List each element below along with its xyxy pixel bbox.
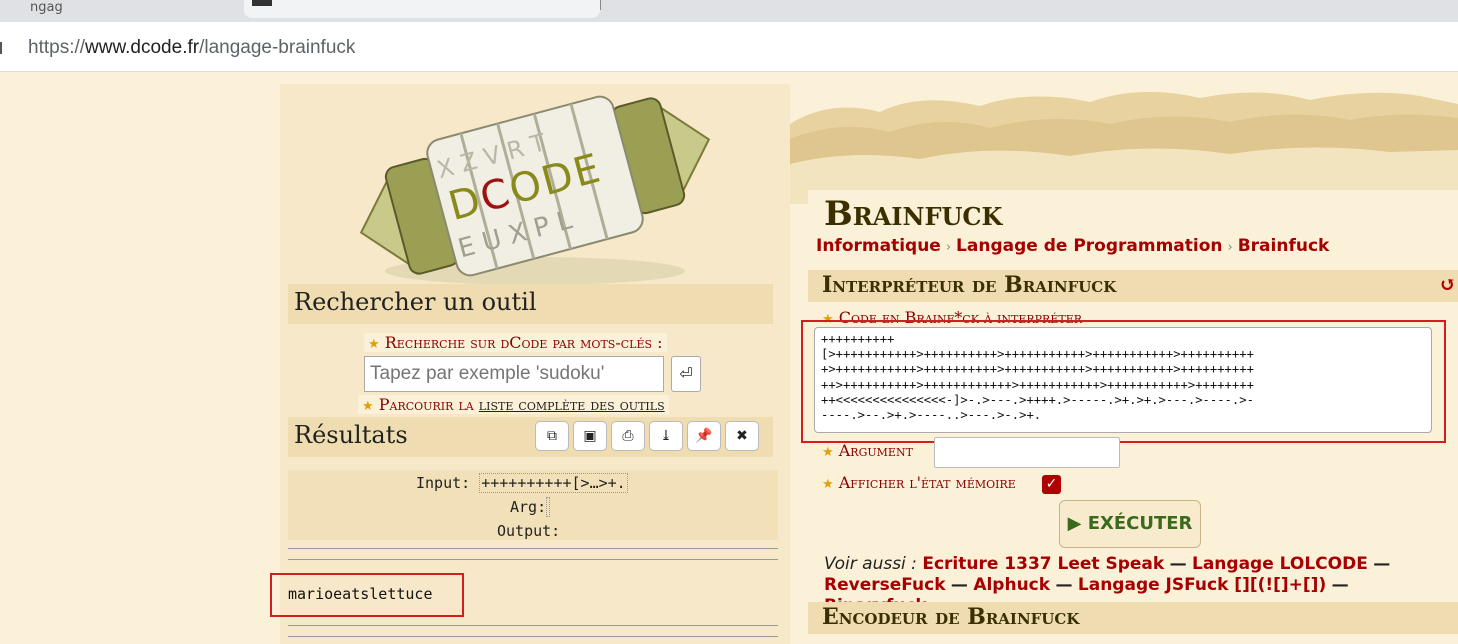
encoder-title-text: Encodeur de Brainfuck — [822, 604, 1080, 630]
save-icon: ▣ — [583, 428, 597, 444]
result-input-row: Input: ++++++++++[>…>+. — [416, 473, 628, 493]
results-title-text: Résultats — [294, 421, 408, 449]
enter-icon: ⏎ — [679, 364, 693, 383]
see-also-link[interactable]: Alphuck — [973, 575, 1050, 595]
divider — [288, 636, 778, 637]
pin-button[interactable]: 📌 — [687, 421, 721, 451]
close-icon: ✖ — [736, 428, 748, 444]
download-icon: ⤓ — [660, 428, 672, 444]
url-host: www.dcode.fr — [85, 37, 200, 58]
results-section-title: Résultats ⧉ ▣ ⎙ ⤓ 📌 ✖ — [288, 417, 773, 457]
url-text[interactable]: https://www.dcode.fr/langage-brainfuck — [28, 37, 355, 59]
search-section-title: Rechercher un outil — [288, 284, 773, 324]
left-sidebar: X Z V R T DCODE E U X P L Rechercher un … — [270, 84, 790, 644]
search-input[interactable] — [364, 356, 664, 392]
separator: — — [1169, 554, 1187, 574]
result-summary: Input: ++++++++++[>…>+. Arg: Output: — [288, 470, 778, 540]
copy-icon: ⧉ — [547, 428, 557, 444]
browse-prefix-text: Parcourir la — [378, 395, 474, 414]
input-value: ++++++++++[>…>+. — [479, 473, 628, 493]
encoder-section-title: Encodeur de Brainfuck — [808, 602, 1458, 634]
breadcrumb-item[interactable]: Informatique — [816, 236, 941, 256]
interpreter-section-title: Interpréteur de Brainfuck ↺ — [808, 270, 1458, 302]
pin-icon: 📌 — [695, 428, 713, 444]
separator: — — [950, 575, 968, 595]
search-section-title-text: Rechercher un outil — [294, 288, 537, 316]
divider — [288, 625, 778, 626]
memory-checkbox[interactable]: ✓ — [1042, 475, 1061, 494]
breadcrumb-separator-icon: › — [945, 240, 952, 255]
see-also-link[interactable]: ReverseFuck — [824, 575, 946, 595]
star-icon: ★ — [822, 477, 834, 492]
input-label: Input: — [416, 474, 471, 492]
keyword-search-label: ★ Recherche sur dCode par mots-clés : — [364, 333, 667, 352]
memory-label-text: Afficher l'état mémoire — [838, 473, 1016, 492]
close-button[interactable]: ✖ — [725, 421, 759, 451]
see-also-link[interactable]: Langage JSFuck [][(![]+[]) — [1078, 575, 1326, 595]
argument-label: ★ Argument — [822, 441, 913, 460]
breadcrumb-item[interactable]: Langage de Programmation — [956, 236, 1222, 256]
tab-title: ngag — [30, 0, 63, 15]
back-edge-icon — [0, 42, 3, 54]
print-button[interactable]: ⎙ — [611, 421, 645, 451]
divider — [288, 559, 778, 560]
arg-value — [546, 497, 551, 517]
result-output-row: Output: — [497, 522, 560, 540]
output-label: Output: — [497, 522, 561, 540]
separator: — — [1373, 554, 1391, 574]
see-also-link[interactable]: Langage LOLCODE — [1192, 554, 1368, 574]
search-submit-button[interactable]: ⏎ — [671, 356, 701, 392]
argument-label-text: Argument — [838, 441, 913, 460]
tab-strip: ngag — [0, 0, 1458, 22]
star-icon: ★ — [362, 399, 374, 414]
tab-inactive[interactable]: ngag — [0, 0, 240, 22]
output-result[interactable]: marioeatslettuce — [270, 573, 464, 617]
print-icon: ⎙ — [622, 428, 634, 444]
keyword-search-label-text: Recherche sur dCode par mots-clés : — [384, 333, 663, 352]
download-button[interactable]: ⤓ — [649, 421, 683, 451]
see-also-label: Voir aussi : — [824, 554, 917, 574]
url-path: /langage-brainfuck — [199, 37, 356, 58]
divider — [288, 548, 778, 549]
check-icon: ✓ — [1045, 476, 1058, 492]
see-also-link[interactable]: Ecriture 1337 Leet Speak — [922, 554, 1164, 574]
tab-separator — [600, 0, 601, 10]
memory-label: ★ Afficher l'état mémoire — [822, 473, 1016, 492]
breadcrumb-item[interactable]: Brainfuck — [1238, 236, 1330, 256]
star-icon: ★ — [368, 337, 380, 352]
tab-favicon-icon — [252, 0, 272, 6]
breadcrumb: Informatique › Langage de Programmation › Br… — [816, 236, 1329, 256]
dcode-logo[interactable]: X Z V R T DCODE E U X P L — [335, 86, 735, 286]
browse-tools: ★ Parcourir la liste complète des outils — [358, 395, 669, 414]
execute-button[interactable]: ▶ EXÉCUTER — [1059, 500, 1201, 548]
copy-button[interactable]: ⧉ — [535, 421, 569, 451]
interpreter-title-text: Interpréteur de Brainfuck — [822, 272, 1117, 298]
url-scheme: https:// — [28, 37, 86, 58]
separator: — — [1331, 575, 1349, 595]
arg-label: Arg: — [510, 498, 547, 516]
star-icon: ★ — [822, 445, 834, 460]
tab-active[interactable] — [244, 0, 600, 18]
reset-icon[interactable]: ↺ — [1439, 272, 1456, 296]
address-bar[interactable]: https://www.dcode.fr/langage-brainfuck — [0, 22, 1458, 72]
highlight-frame — [801, 320, 1446, 443]
page-title: Brainfuck — [824, 194, 1003, 234]
tools-list-link[interactable]: liste complète des outils — [479, 395, 665, 414]
breadcrumb-separator-icon: › — [1227, 240, 1233, 255]
separator: — — [1055, 575, 1073, 595]
result-arg-row: Arg: — [510, 497, 551, 517]
argument-input[interactable] — [934, 437, 1120, 468]
parchment-banner — [790, 91, 1458, 204]
save-button[interactable]: ▣ — [573, 421, 607, 451]
main-content: Brainfuck Informatique › Langage de Progra… — [801, 190, 1458, 644]
